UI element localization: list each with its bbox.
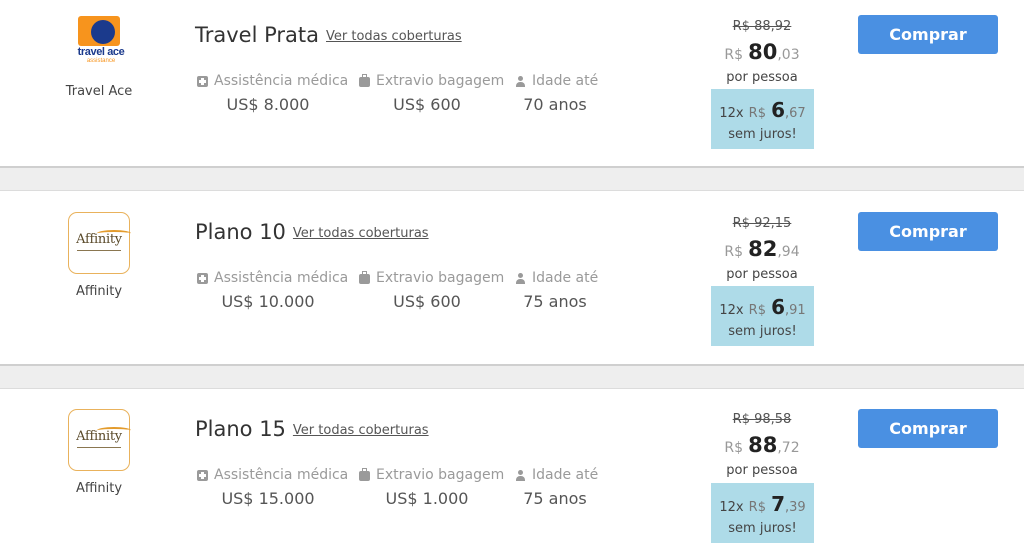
price: R$ 82,94 — [712, 237, 812, 261]
age-value: 75 anos — [523, 489, 587, 508]
installment-count: 12x — [719, 500, 744, 515]
installment-decimal: ,39 — [784, 500, 806, 515]
installment-integer: 7 — [771, 492, 785, 516]
plan-title: Plano 15 Ver todas coberturas — [195, 417, 429, 441]
baggage-label-text: Extravio bagagem — [376, 73, 505, 89]
plan-title-text: Plano 15 — [195, 417, 286, 441]
installment-note: sem juros! — [728, 521, 797, 536]
price: R$ 80,03 — [712, 40, 812, 64]
logo-subtext: assistance — [86, 58, 116, 64]
installment-integer: 6 — [771, 295, 785, 319]
price-currency: R$ — [724, 47, 744, 63]
old-price: R$ 92,15 — [732, 216, 792, 231]
card-separator — [0, 364, 1024, 389]
age-value: 70 anos — [523, 95, 587, 114]
buy-button[interactable]: Comprar — [858, 212, 998, 251]
per-person-label: por pessoa — [726, 463, 798, 478]
medical-label: Assistência médica — [197, 270, 348, 286]
suitcase-icon — [359, 74, 370, 87]
insurer-name: Affinity — [75, 284, 123, 299]
installment-currency: R$ — [748, 303, 766, 318]
price-currency: R$ — [724, 440, 744, 456]
medical-value: US$ 10.000 — [221, 292, 315, 311]
view-coverage-link[interactable]: Ver todas coberturas — [293, 226, 429, 241]
baggage-value: US$ 600 — [393, 292, 461, 311]
installment-box: 12x R$ 7,39 sem juros! — [711, 483, 814, 543]
suitcase-icon — [359, 271, 370, 284]
installment-box: 12x R$ 6,67 sem juros! — [711, 89, 814, 149]
old-price: R$ 88,92 — [732, 19, 792, 34]
medical-label-text: Assistência médica — [214, 270, 349, 286]
per-person-label: por pessoa — [726, 70, 798, 85]
installment-decimal: ,67 — [784, 106, 806, 121]
baggage-value: US$ 1.000 — [385, 489, 469, 508]
price-integer: 82 — [748, 237, 778, 261]
age-value: 75 anos — [523, 292, 587, 311]
logo-text: travel ace — [77, 46, 125, 58]
medical-label-text: Assistência médica — [214, 467, 349, 483]
medical-value: US$ 15.000 — [221, 489, 315, 508]
baggage-label-text: Extravio bagagem — [376, 270, 505, 286]
logo-text: Affinity — [76, 232, 122, 247]
person-icon — [515, 272, 526, 284]
price-integer: 80 — [748, 40, 778, 64]
person-icon — [515, 469, 526, 481]
baggage-label: Extravio bagagem — [359, 270, 504, 286]
plan-title-text: Travel Prata — [195, 23, 320, 47]
medical-label: Assistência médica — [197, 73, 348, 89]
age-label: Idade até — [515, 73, 598, 89]
insurer-name: Affinity — [75, 481, 123, 496]
medical-value: US$ 8.000 — [226, 95, 310, 114]
plan-title: Plano 10 Ver todas coberturas — [195, 220, 429, 244]
plan-title: Travel Prata Ver todas coberturas — [195, 23, 462, 47]
installment-decimal: ,91 — [784, 303, 806, 318]
price-currency: R$ — [724, 244, 744, 260]
person-icon — [515, 75, 526, 87]
affinity-logo: Affinity — [68, 409, 131, 471]
age-label: Idade até — [515, 467, 598, 483]
buy-button[interactable]: Comprar — [858, 15, 998, 54]
installment-count: 12x — [719, 106, 744, 121]
medical-label: Assistência médica — [197, 467, 348, 483]
baggage-label: Extravio bagagem — [359, 73, 504, 89]
medical-cross-icon — [197, 75, 208, 87]
age-label-text: Idade até — [532, 467, 599, 483]
card-separator — [0, 166, 1024, 191]
travel-ace-logo: travel ace assistance — [73, 14, 129, 70]
price-decimal: ,03 — [777, 47, 800, 63]
installment-currency: R$ — [748, 106, 766, 121]
plan-title-text: Plano 10 — [195, 220, 286, 244]
installment-note: sem juros! — [728, 324, 797, 339]
price: R$ 88,72 — [712, 433, 812, 457]
medical-cross-icon — [197, 272, 208, 284]
buy-button[interactable]: Comprar — [858, 409, 998, 448]
medical-cross-icon — [197, 469, 208, 481]
view-coverage-link[interactable]: Ver todas coberturas — [293, 423, 429, 438]
medical-label-text: Assistência médica — [214, 73, 349, 89]
baggage-value: US$ 600 — [393, 95, 461, 114]
price-decimal: ,72 — [777, 440, 800, 456]
price-decimal: ,94 — [777, 244, 800, 260]
installment-integer: 6 — [771, 98, 785, 122]
old-price: R$ 98,58 — [732, 412, 792, 427]
view-coverage-link[interactable]: Ver todas coberturas — [326, 29, 462, 44]
installment-count: 12x — [719, 303, 744, 318]
age-label: Idade até — [515, 270, 598, 286]
insurer-name: Travel Ace — [65, 84, 133, 99]
installment-currency: R$ — [748, 500, 766, 515]
logo-text: Affinity — [76, 429, 122, 444]
per-person-label: por pessoa — [726, 267, 798, 282]
age-label-text: Idade até — [532, 73, 599, 89]
price-integer: 88 — [748, 433, 778, 457]
affinity-logo: Affinity — [68, 212, 131, 274]
baggage-label-text: Extravio bagagem — [376, 467, 505, 483]
age-label-text: Idade até — [532, 270, 599, 286]
installment-box: 12x R$ 6,91 sem juros! — [711, 286, 814, 346]
baggage-label: Extravio bagagem — [359, 467, 504, 483]
installment-note: sem juros! — [728, 127, 797, 142]
suitcase-icon — [359, 468, 370, 481]
